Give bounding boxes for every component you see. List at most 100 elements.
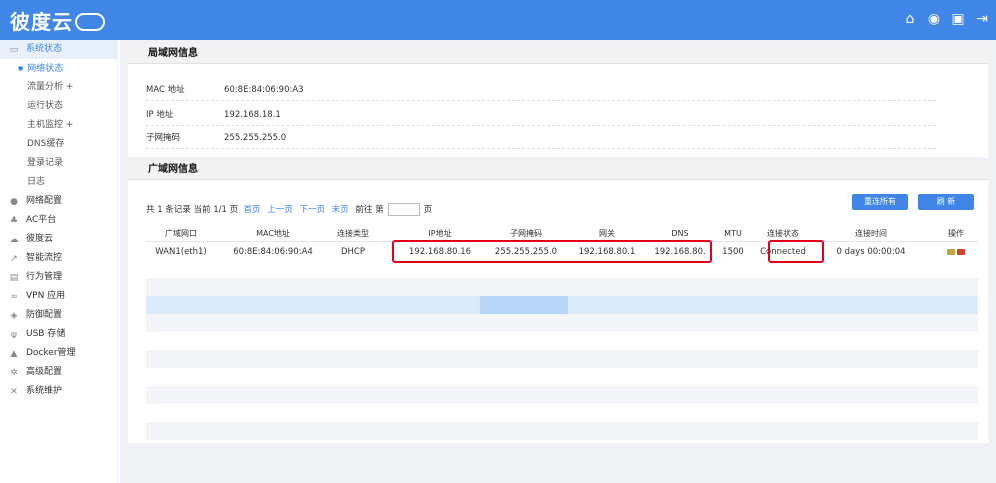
sidebar-item-ac-platform[interactable]: ♣ AC平台 <box>0 211 117 230</box>
sidebar-item-label: 智能流控 <box>26 253 63 263</box>
page-next-link[interactable]: 下一页 <box>299 205 325 215</box>
reconnect-all-button[interactable]: 重连所有 <box>852 194 908 210</box>
brand-logo[interactable]: 彼度云 <box>10 6 105 35</box>
col-mtu: MTU <box>724 229 742 238</box>
goto-suffix: 页 <box>423 205 433 215</box>
sidebar-item-label: USB 存储 <box>26 329 66 339</box>
document-icon: ▤ <box>9 272 19 283</box>
sidebar-item-label: 彼度云 <box>26 234 54 244</box>
sidebar-item-label: 高级配置 <box>26 367 63 377</box>
cell-uptime: 0 days 00:00:04 <box>836 247 906 257</box>
screen-icon[interactable]: ▣ <box>950 11 966 27</box>
col-uptime: 连接时间 <box>855 229 887 238</box>
cell-mtu: 1500 <box>722 247 744 257</box>
sidebar-item-smart-qos[interactable]: ↗ 智能流控 <box>0 249 117 268</box>
table-row-empty <box>146 314 978 332</box>
sidebar-sub-traffic-analysis[interactable]: 流量分析 + <box>0 78 117 97</box>
cloud-logo-icon <box>75 13 105 31</box>
sidebar-item-label: 行为管理 <box>26 272 63 282</box>
lan-key: 子网掩码 <box>146 133 181 143</box>
top-actions: ⌂ ◉ ▣ ⇥ <box>902 11 990 27</box>
play-circle-icon[interactable]: ◉ <box>926 11 942 27</box>
cell-actions <box>936 242 976 262</box>
table-row-empty <box>146 422 978 440</box>
logout-icon[interactable]: ⇥ <box>974 11 990 27</box>
page-prev-link[interactable]: 上一页 <box>267 205 293 215</box>
col-actions: 操作 <box>948 229 964 238</box>
lan-row-mac: MAC 地址 60:8E:84:06:90:A3 <box>146 79 936 101</box>
sidebar-item-advanced[interactable]: ✲ 高级配置 <box>0 363 117 382</box>
sidebar-item-usb-storage[interactable]: ψ USB 存储 <box>0 325 117 344</box>
pagination: 共 1 条记录 当前 1/1 页 首页 上一页 下一页 末页 前往 第 页 <box>146 203 432 216</box>
sidebar-item-behavior-mgmt[interactable]: ▤ 行为管理 <box>0 268 117 287</box>
col-type: 连接类型 <box>337 229 369 238</box>
refresh-button[interactable]: 刷 新 <box>918 194 974 210</box>
chart-line-icon: ↗ <box>10 253 18 264</box>
sidebar-item-label: AC平台 <box>26 215 57 225</box>
docker-icon: ▲ <box>10 348 18 359</box>
sidebar-item-label: VPN 应用 <box>26 291 66 301</box>
sidebar: ▭ 系统状态 网络状态 流量分析 + 运行状态 主机监控 + DNS缓存 登录记… <box>0 40 118 483</box>
sidebar-item-label: 系统状态 <box>26 44 63 54</box>
page-first-link[interactable]: 首页 <box>244 205 261 215</box>
shield-icon: ◈ <box>10 310 18 321</box>
sidebar-sub-host-monitor[interactable]: 主机监控 + <box>0 116 117 135</box>
logo-text: 彼度云 <box>10 10 73 34</box>
sidebar-item-label: 网络配置 <box>26 196 63 206</box>
cloud-icon: ☁ <box>9 234 19 245</box>
pagination-summary: 共 1 条记录 当前 1/1 页 <box>146 205 239 215</box>
home-icon[interactable]: ⌂ <box>902 11 918 27</box>
lan-row-ip: IP 地址 192.168.18.1 <box>146 104 936 126</box>
sidebar-sub-running-status[interactable]: 运行状态 <box>0 97 117 116</box>
lan-value: 192.168.18.1 <box>224 110 281 120</box>
monitor-icon: ▭ <box>9 44 19 55</box>
top-bar: 彼度云 ⌂ ◉ ▣ ⇥ <box>0 0 996 40</box>
sidebar-item-maintenance[interactable]: ✕ 系统维护 <box>0 382 117 401</box>
lan-panel: MAC 地址 60:8E:84:06:90:A3 IP 地址 192.168.18.… <box>128 64 988 157</box>
status-highlight <box>768 240 824 263</box>
usb-icon: ψ <box>11 329 17 340</box>
page-number-input[interactable] <box>387 203 420 216</box>
lan-panel-title: 局域网信息 <box>128 44 988 64</box>
col-mac: MAC地址 <box>256 229 290 238</box>
cell-port: WAN1(eth1) <box>155 247 207 257</box>
globe-icon: ● <box>10 196 18 207</box>
goto-label: 前往 第 <box>355 205 384 215</box>
wan-panel-title: 广域网信息 <box>128 160 988 180</box>
sidebar-item-network-config[interactable]: ● 网络配置 <box>0 192 117 211</box>
network-info-highlight <box>392 240 712 263</box>
gear-icon: ✲ <box>10 367 18 378</box>
lan-value: 60:8E:84:06:90:A3 <box>224 85 304 95</box>
lan-value: 255.255.255.0 <box>224 133 287 143</box>
tools-icon: ✕ <box>10 386 18 397</box>
table-row-empty <box>146 350 978 368</box>
table-row-selected <box>146 296 978 314</box>
sidebar-item-system-status[interactable]: ▭ 系统状态 <box>0 40 117 59</box>
lan-key: IP 地址 <box>146 110 174 120</box>
vpn-icon: ∞ <box>10 291 18 302</box>
sidebar-item-docker[interactable]: ▲ Docker管理 <box>0 344 117 363</box>
sidebar-item-label: 防御配置 <box>26 310 63 320</box>
main-content: 局域网信息 MAC 地址 60:8E:84:06:90:A3 IP 地址 192.1… <box>120 40 996 483</box>
selected-cell <box>480 296 568 314</box>
sidebar-item-bidu-cloud[interactable]: ☁ 彼度云 <box>0 230 117 249</box>
sidebar-item-defense[interactable]: ◈ 防御配置 <box>0 306 117 325</box>
sidebar-sub-dns-cache[interactable]: DNS缓存 <box>0 135 117 154</box>
sidebar-item-label: 系统维护 <box>26 386 63 396</box>
sidebar-sub-network-status[interactable]: 网络状态 <box>0 59 117 78</box>
col-port: 广域网口 <box>165 229 197 238</box>
network-icon: ♣ <box>9 215 19 226</box>
lan-key: MAC 地址 <box>146 85 185 95</box>
table-row-empty <box>146 278 978 296</box>
disconnect-icon[interactable] <box>957 248 965 255</box>
lan-row-mask: 子网掩码 255.255.255.0 <box>146 127 936 149</box>
cell-type: DHCP <box>341 247 365 257</box>
sidebar-sub-logs[interactable]: 日志 <box>0 173 117 192</box>
cell-mac: 60:8E:84:06:90:A4 <box>233 247 313 257</box>
page-last-link[interactable]: 末页 <box>332 205 349 215</box>
sidebar-sub-login-records[interactable]: 登录记录 <box>0 154 117 173</box>
sidebar-item-vpn[interactable]: ∞ VPN 应用 <box>0 287 117 306</box>
sidebar-item-label: Docker管理 <box>26 348 76 358</box>
edit-icon[interactable] <box>947 248 955 255</box>
wan-panel: 共 1 条记录 当前 1/1 页 首页 上一页 下一页 末页 前往 第 页 重连所… <box>128 180 988 443</box>
